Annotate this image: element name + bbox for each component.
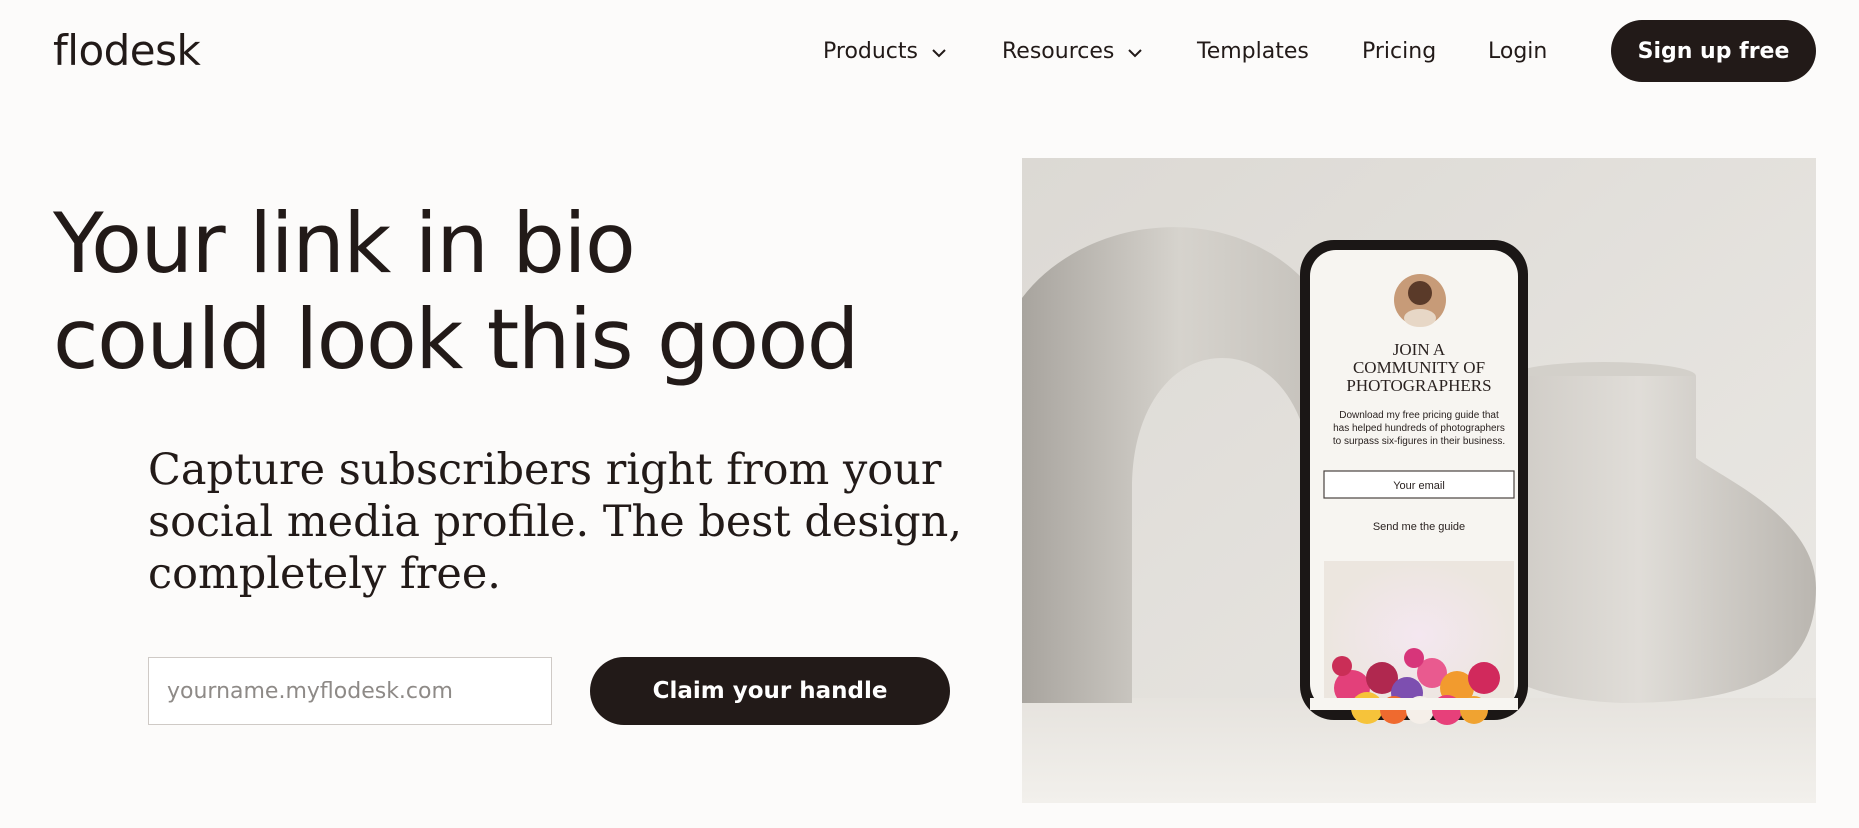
phone-body-line-3: to surpass six-figures in their business…	[1333, 436, 1505, 447]
phone-email-placeholder: Your email	[1393, 480, 1445, 492]
hero-title-line-1: Your link in bio	[53, 195, 636, 292]
chevron-down-icon	[1127, 34, 1143, 70]
phone-heading-line-1: JOIN A	[1393, 340, 1446, 359]
phone-body-line-2: has helped hundreds of photographers	[1333, 423, 1505, 434]
hero-title-line-2: could look this good	[53, 291, 860, 388]
nav-resources[interactable]: Resources	[1002, 34, 1143, 70]
phone-heading-line-2: COMMUNITY OF	[1353, 358, 1485, 377]
chevron-down-icon	[931, 34, 947, 70]
nav-templates[interactable]: Templates	[1197, 34, 1309, 70]
nav-pricing[interactable]: Pricing	[1362, 34, 1436, 70]
sign-up-free-button[interactable]: Sign up free	[1611, 20, 1816, 82]
handle-input[interactable]	[148, 657, 552, 725]
phone-body-line-1: Download my free pricing guide that	[1339, 410, 1499, 421]
hero-subtitle: Capture subscribers right from your soci…	[148, 445, 962, 599]
nav-products-label: Products	[823, 39, 918, 64]
claim-handle-button[interactable]: Claim your handle	[590, 657, 950, 725]
nav-login[interactable]: Login	[1488, 34, 1547, 70]
main-nav: Products Resources Templates Pricing Log…	[0, 34, 1859, 70]
hero-title: Your link in bio could look this good	[53, 195, 860, 388]
hero-image: JOIN A COMMUNITY OF PHOTOGRAPHERS Downlo…	[1022, 158, 1816, 803]
phone-send-button: Send me the guide	[1373, 521, 1465, 533]
phone-heading-line-3: PHOTOGRAPHERS	[1346, 376, 1491, 395]
nav-products[interactable]: Products	[823, 34, 947, 70]
nav-resources-label: Resources	[1002, 39, 1115, 64]
